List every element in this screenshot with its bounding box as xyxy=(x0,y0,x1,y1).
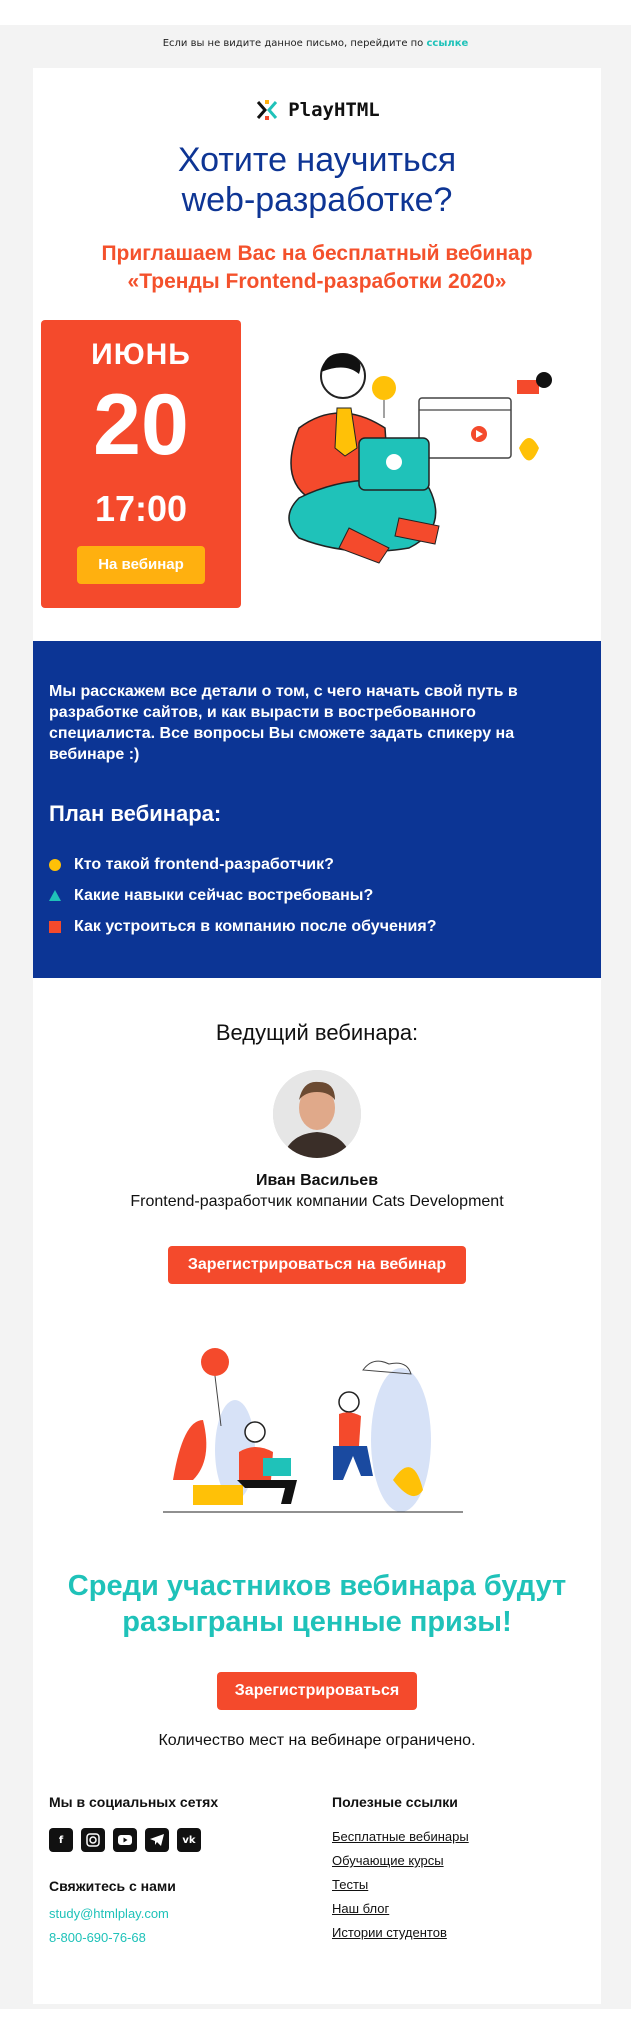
links-title: Полезные ссылки xyxy=(332,1794,458,1810)
social-title: Мы в социальных сетях xyxy=(49,1794,219,1810)
contact-email[interactable]: study@htmlplay.com xyxy=(49,1906,169,1921)
host-name: Иван Васильев xyxy=(255,1172,379,1189)
link-blog[interactable]: Наш блог xyxy=(332,1897,469,1921)
seats-limit-text: Количество мест на вебинаре ограничено. xyxy=(158,1732,476,1749)
logo[interactable]: PlayHTML xyxy=(33,98,601,122)
plan-item-text: Кто такой frontend-разработчик? xyxy=(74,855,334,873)
event-time: 17:00 xyxy=(94,488,188,529)
prize-headline: Среди участников вебинара будут разыгран… xyxy=(33,1568,601,1640)
host-photo-icon xyxy=(273,1070,361,1158)
page-headline: Хотите научиться web-разработке? xyxy=(33,140,601,220)
team-illustration xyxy=(163,1348,463,1513)
headline-line-2: web-разработке? xyxy=(181,181,453,219)
instagram-icon[interactable] xyxy=(81,1828,105,1852)
contact-phone[interactable]: 8-800-690-76-68 xyxy=(49,1930,146,1945)
plan-item-text: Как устроиться в компанию после обучения… xyxy=(74,917,437,935)
link-free-webinars[interactable]: Бесплатные вебинары xyxy=(332,1825,469,1849)
plan-item: Какие навыки сейчас востребованы? xyxy=(49,880,437,911)
intro-text: Мы расскажем все детали о том, с чего на… xyxy=(49,683,518,763)
host-role: Frontend-разработчик компании Cats Devel… xyxy=(130,1193,504,1210)
link-student-stories[interactable]: Истории студентов xyxy=(332,1921,469,1945)
subheadline-line-2: «Тренды Frontend-разработки 2020» xyxy=(127,270,507,293)
yellow-circle-bullet-icon xyxy=(49,858,61,871)
vk-icon[interactable]: vk xyxy=(177,1828,201,1852)
host-title: Ведущий вебинара: xyxy=(215,1020,419,1045)
subheadline-line-1: Приглашаем Вас на бесплатный вебинар xyxy=(101,242,533,265)
page-subheadline: Приглашаем Вас на бесплатный вебинар «Тр… xyxy=(33,240,601,296)
host-avatar xyxy=(273,1070,361,1158)
preheader-text: Если вы не видите данное письмо, перейди… xyxy=(162,38,424,49)
register-button[interactable]: Зарегистрироваться xyxy=(217,1672,417,1710)
email-card: PlayHTML Хотите научиться web-разработке… xyxy=(33,68,601,2004)
link-tests[interactable]: Тесты xyxy=(332,1873,469,1897)
plan-item-text: Какие навыки сейчас востребованы? xyxy=(74,886,374,904)
link-courses[interactable]: Обучающие курсы xyxy=(332,1849,469,1873)
plan-list: Кто такой frontend-разработчик? Какие на… xyxy=(49,849,437,942)
social-icons: f vk xyxy=(49,1828,201,1852)
youtube-icon[interactable] xyxy=(113,1828,137,1852)
facebook-icon[interactable]: f xyxy=(49,1828,73,1852)
useful-links-list: Бесплатные вебинары Обучающие курсы Тест… xyxy=(332,1825,469,1945)
event-date-card: ИЮНЬ 20 17:00 На вебинар xyxy=(41,320,241,608)
hero-illustration xyxy=(288,353,552,564)
prize-line-1: Среди участников вебинара будут xyxy=(67,1570,567,1602)
info-section: Мы расскажем все детали о том, с чего на… xyxy=(33,641,601,978)
preheader-link[interactable]: ссылке xyxy=(427,38,469,49)
event-month: ИЮНЬ xyxy=(91,338,191,371)
logo-text: PlayHTML xyxy=(288,99,380,121)
telegram-icon[interactable] xyxy=(145,1828,169,1852)
register-webinar-button[interactable]: Зарегистрироваться на вебинар xyxy=(168,1246,466,1284)
plan-item: Кто такой frontend-разработчик? xyxy=(49,849,437,880)
red-square-bullet-icon xyxy=(49,920,61,933)
plan-item: Как устроиться в компанию после обучения… xyxy=(49,911,437,942)
preheader: Если вы не видите данное письмо, перейди… xyxy=(0,38,631,49)
headline-line-1: Хотите научиться xyxy=(177,141,457,179)
prize-line-2: разыграны ценные призы! xyxy=(122,1606,512,1638)
plan-title: План вебинара: xyxy=(49,801,222,826)
contact-title: Свяжитесь с нами xyxy=(49,1878,176,1894)
event-day: 20 xyxy=(93,377,189,473)
to-webinar-button[interactable]: На вебинар xyxy=(77,546,205,584)
logo-icon xyxy=(257,100,278,120)
teal-triangle-bullet-icon xyxy=(49,890,61,901)
